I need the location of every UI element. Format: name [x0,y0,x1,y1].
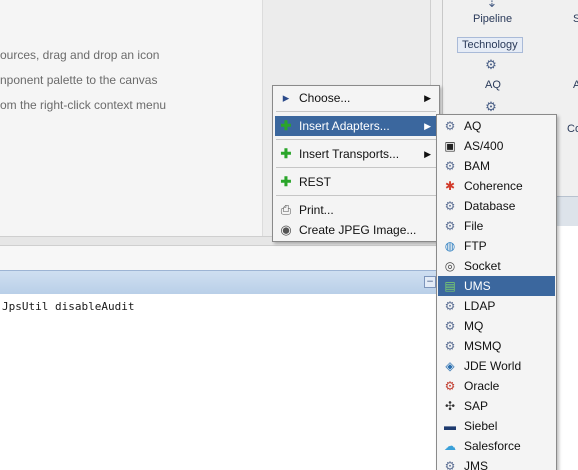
palette-section-technology[interactable]: Technology [457,37,523,53]
menu-item-rest[interactable]: ✚ REST [275,172,437,192]
gear-adapter-icon: ⚙ [444,459,456,470]
palette-item-a[interactable]: A [573,79,578,91]
ums-icon: ▤ [444,279,456,293]
log-panel: JpsUtil disableAudit [0,294,440,470]
menu-item-insert-adapters-label: Insert Adapters... [299,119,390,133]
minimize-icon[interactable]: − [424,276,436,288]
adapter-item-label: Coherence [464,179,523,193]
gear-adapter-icon: ⚙ [444,339,456,353]
adapter-item-label: UMS [464,279,491,293]
adapter-item-label: JDE World [464,359,522,373]
palette-item-s[interactable]: S [573,13,578,25]
adapter-item-label: JMS [464,459,488,470]
add-icon: ✚ [280,118,292,133]
gear-adapter-icon: ⚙ [444,159,456,173]
adapter-item-label: Siebel [464,419,498,433]
adapter-item-label: FTP [464,239,487,253]
salesforce-icon: ☁ [444,439,456,453]
oracle-icon: ⚙ [444,379,456,393]
pipeline-icon[interactable]: ⇣ [484,0,500,12]
adapter-item-coherence[interactable]: ✱ Coherence [438,176,555,196]
menu-item-insert-transports[interactable]: ✚ Insert Transports... ▶ [275,144,437,164]
design-canvas[interactable]: ources, drag and drop an icon nponent pa… [0,0,262,236]
submenu-arrow-icon: ▶ [424,149,431,159]
adapter-item-label: Oracle [464,379,500,393]
adapter-item-file[interactable]: ⚙ File [438,216,555,236]
gear-adapter-icon: ⚙ [444,319,456,333]
adapter-item-as400[interactable]: ▣ AS/400 [438,136,555,156]
panel-divider [0,246,442,270]
adapter-item-ftp[interactable]: ◍ FTP [438,236,555,256]
adapter-item-label: Database [464,199,516,213]
adapter-item-sap[interactable]: ✣ SAP [438,396,555,416]
gear-adapter-icon: ⚙ [444,299,456,313]
menu-item-insert-transports-label: Insert Transports... [299,147,400,161]
palette-item-pipeline[interactable]: Pipeline [473,13,512,25]
menu-item-create-jpeg-label: Create JPEG Image... [299,223,417,237]
menu-separator [276,139,436,140]
adapter-item-database[interactable]: ⚙ Database [438,196,555,216]
adapter-item-label: MQ [464,319,484,333]
adapters-submenu: ⚙ AQ ▣ AS/400 ⚙ BAM ✱ Coherence ⚙ Databa… [436,114,557,470]
canvas-hint-line-2: nponent palette to the canvas [0,73,158,87]
adapter-item-label: Socket [464,259,501,273]
sap-icon: ✣ [444,399,456,413]
adapter-item-jde-world[interactable]: ◈ JDE World [438,356,555,376]
menu-item-print[interactable]: ⎙ Print... [275,200,437,220]
adapter-item-ums[interactable]: ▤ UMS [438,276,555,296]
context-menu: ▸ Choose... ▶ ✚ Insert Adapters... ▶ ✚ I… [272,85,440,242]
gear-adapter-icon: ⚙ [444,199,456,213]
adapter-item-label: BAM [464,159,491,173]
siebel-icon: ▬ [444,419,456,433]
gear-adapter-icon: ⚙ [444,119,456,133]
adapter-item-label: File [464,219,484,233]
submenu-arrow-icon: ▶ [424,93,431,103]
adapter-item-label: SAP [464,399,489,413]
jde-icon: ◈ [445,359,455,373]
adapter-item-salesforce[interactable]: ☁ Salesforce [438,436,555,456]
adapter-item-label: AS/400 [464,139,504,153]
adapter-item-ldap[interactable]: ⚙ LDAP [438,296,555,316]
log-line: JpsUtil disableAudit [2,300,135,313]
menu-separator [276,111,436,112]
adapter-item-msmq[interactable]: ⚙ MSMQ [438,336,555,356]
adapter-item-socket[interactable]: ◎ Socket [438,256,555,276]
adapter-item-bam[interactable]: ⚙ BAM [438,156,555,176]
adapter-item-label: LDAP [464,299,496,313]
adapter-item-siebel[interactable]: ▬ Siebel [438,416,555,436]
log-panel-header [0,270,440,294]
adapter-item-jms[interactable]: ⚙ JMS [438,456,555,470]
globe-icon: ◍ [444,239,456,253]
add-icon: ✚ [280,174,292,189]
gear-adapter-icon: ⚙ [444,219,456,233]
socket-icon: ◎ [444,259,456,273]
adapter-item-label: MSMQ [464,339,502,353]
menu-item-choose[interactable]: ▸ Choose... ▶ [275,88,437,108]
adapter-item-mq[interactable]: ⚙ MQ [438,316,555,336]
palette-item-co[interactable]: Co [567,123,578,135]
menu-item-insert-adapters[interactable]: ✚ Insert Adapters... ▶ [275,116,437,136]
canvas-hint-line-3: om the right-click context menu [0,98,167,112]
submenu-arrow-icon: ▶ [424,121,431,131]
menu-item-create-jpeg[interactable]: ◉ Create JPEG Image... [275,220,437,240]
menu-item-choose-label: Choose... [299,91,351,105]
choose-icon: ▸ [282,90,290,105]
adapter-item-label: Salesforce [464,439,521,453]
menu-separator [276,167,436,168]
add-icon: ✚ [280,146,292,161]
palette-item-aq[interactable]: AQ [485,79,501,91]
adapter-item-label: AQ [464,119,482,133]
menu-item-print-label: Print... [299,203,334,217]
printer-icon: ⎙ [280,202,292,217]
aq-adapter-icon[interactable]: ⚙ [483,58,499,74]
coherence-icon: ✱ [444,179,456,193]
adapter-item-aq[interactable]: ⚙ AQ [438,116,555,136]
camera-icon: ◉ [280,222,292,237]
canvas-hint-line-1: ources, drag and drop an icon [0,48,160,62]
menu-item-rest-label: REST [299,175,332,189]
terminal-icon: ▣ [444,139,456,153]
adapter-item-oracle[interactable]: ⚙ Oracle [438,376,555,396]
menu-separator [276,195,436,196]
